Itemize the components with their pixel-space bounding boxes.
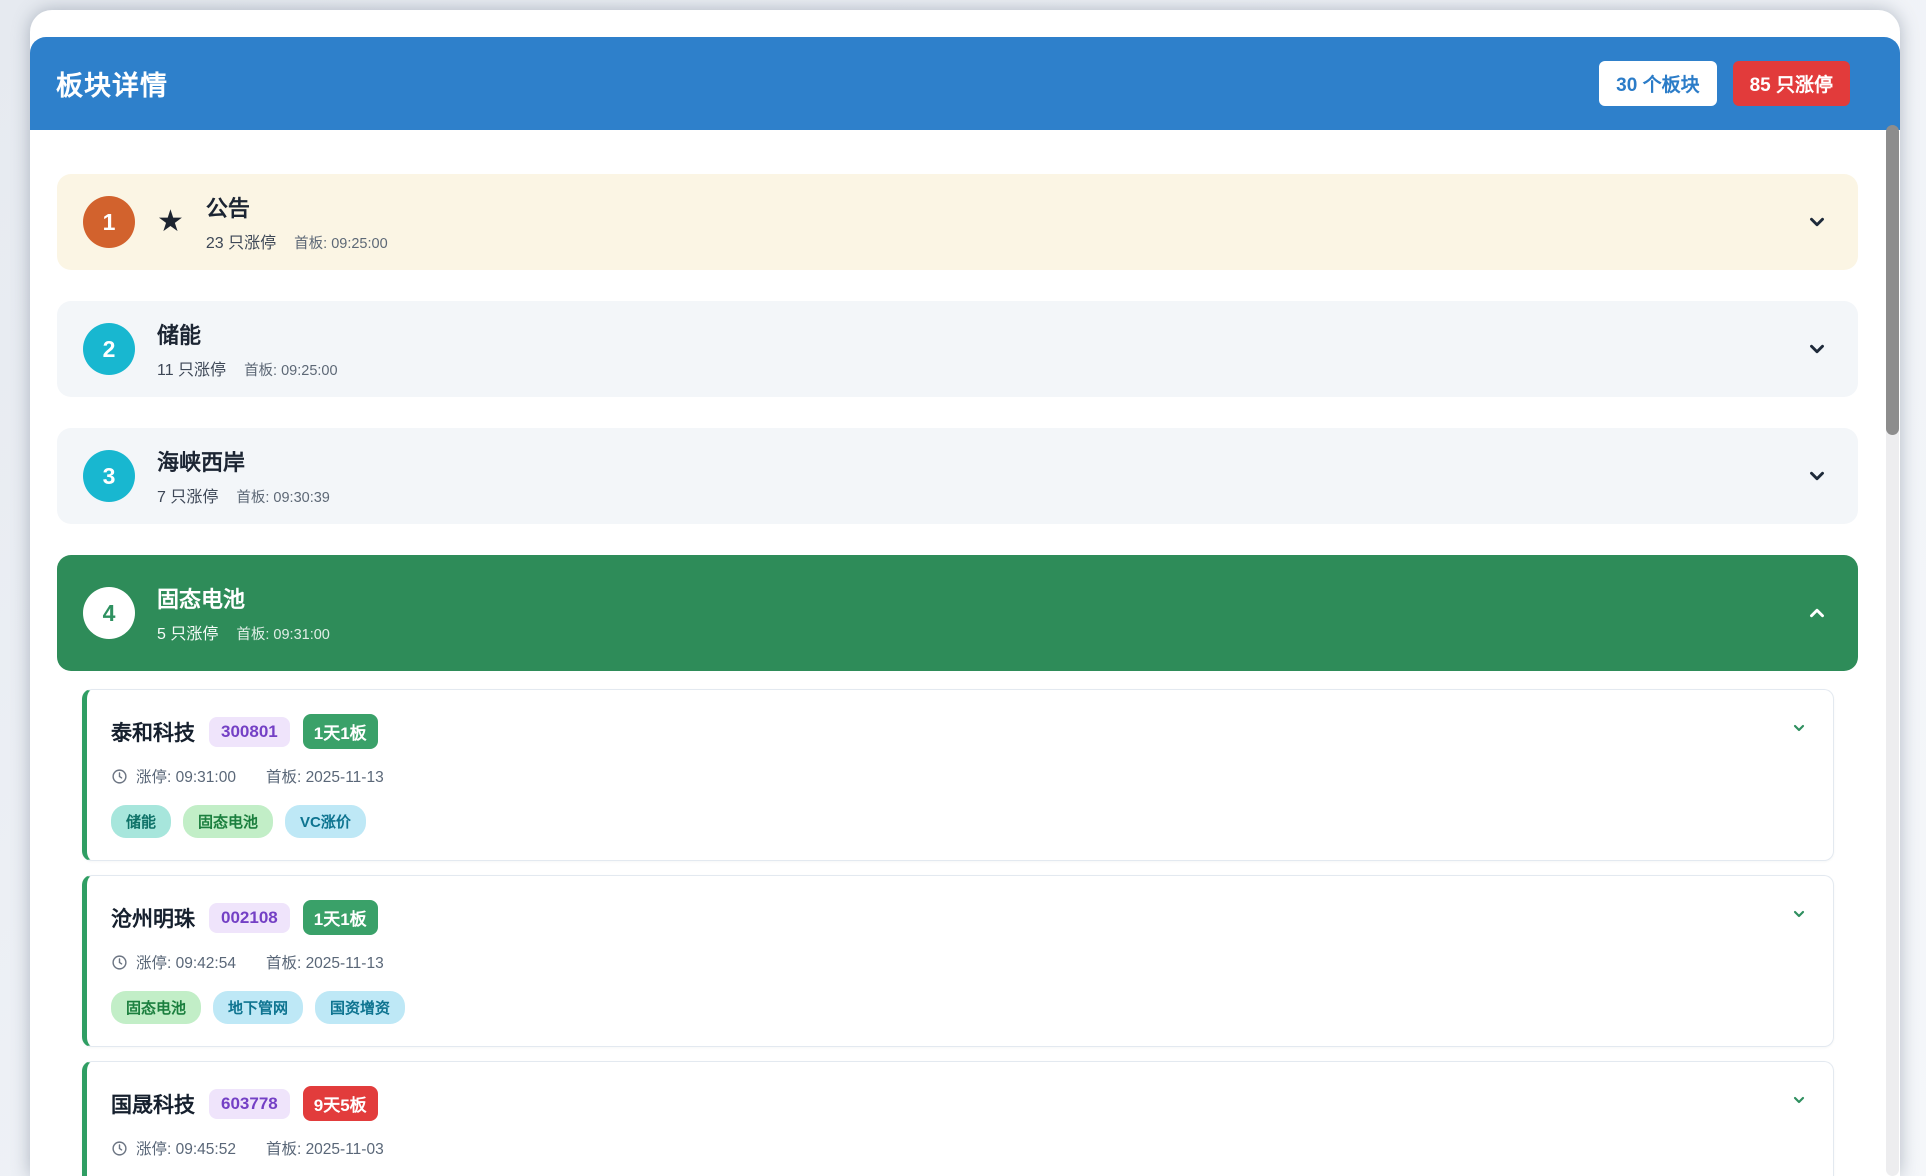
first-board-time: 首板: 09:30:39 — [236, 486, 330, 507]
rank-badge: 1 — [83, 196, 135, 248]
streak-badge: 1天1板 — [303, 714, 378, 749]
clock-icon — [111, 954, 128, 971]
sector-row-3[interactable]: 3 海峡西岸 7 只涨停 首板: 09:30:39 — [57, 428, 1858, 524]
limit-up-time: 涨停: 09:31:00 — [136, 765, 236, 787]
chevron-up-icon[interactable] — [1806, 602, 1828, 624]
sector-row-2[interactable]: 2 储能 11 只涨停 首板: 09:25:00 — [57, 301, 1858, 397]
stock-times: 涨停: 09:45:52 首板: 2025-11-03 — [111, 1137, 1807, 1159]
first-board-time: 首板: 09:31:00 — [236, 623, 330, 644]
stock-name: 沧州明珠 — [111, 903, 195, 933]
stock-code-badge: 603778 — [209, 1089, 290, 1119]
limit-up-count: 7 只涨停 — [157, 483, 218, 507]
limit-up-count: 11 只涨停 — [157, 356, 226, 380]
stock-card: 国晟科技 603778 9天5板 涨停: 09:45:52 首板: 2025-1… — [82, 1061, 1834, 1176]
sector-stats: 11 只涨停 首板: 09:25:00 — [157, 356, 338, 380]
sector-info: 海峡西岸 7 只涨停 首板: 09:30:39 — [157, 445, 330, 507]
concept-tag[interactable]: VC涨价 — [285, 805, 366, 838]
first-board-date: 首板: 2025-11-13 — [266, 765, 384, 787]
stock-card: 沧州明珠 002108 1天1板 涨停: 09:42:54 首板: 2025-1… — [82, 875, 1834, 1047]
rank-badge: 3 — [83, 450, 135, 502]
chevron-down-icon[interactable] — [1806, 211, 1828, 233]
stock-card-header: 泰和科技 300801 1天1板 — [111, 714, 1807, 749]
streak-badge: 9天5板 — [303, 1086, 378, 1121]
chevron-down-icon[interactable] — [1791, 1092, 1807, 1113]
sector-stats: 23 只涨停 首板: 09:25:00 — [206, 229, 388, 253]
stock-name: 国晟科技 — [111, 1089, 195, 1119]
chevron-down-icon[interactable] — [1791, 720, 1807, 741]
sector-name: 储能 — [157, 318, 338, 350]
sector-info: 公告 23 只涨停 首板: 09:25:00 — [206, 191, 388, 253]
first-board-date: 首板: 2025-11-03 — [266, 1137, 384, 1159]
clock-icon — [111, 1140, 128, 1157]
sector-detail-panel: 板块详情 30 个板块 85 只涨停 1 ★ 公告 23 只涨停 首板: 09:… — [30, 10, 1900, 1176]
clock-icon — [111, 768, 128, 785]
sector-row-4[interactable]: 4 固态电池 5 只涨停 首板: 09:31:00 — [57, 555, 1858, 671]
chevron-down-icon[interactable] — [1806, 465, 1828, 487]
stock-name: 泰和科技 — [111, 717, 195, 747]
stock-code-badge: 002108 — [209, 903, 290, 933]
chevron-down-icon[interactable] — [1806, 338, 1828, 360]
limit-up-time: 涨停: 09:42:54 — [136, 951, 236, 973]
concept-tags: 储能固态电池 VC涨价 — [111, 805, 1807, 838]
stock-card: 泰和科技 300801 1天1板 涨停: 09:31:00 首板: 2025-1… — [82, 689, 1834, 861]
first-board-time: 首板: 09:25:00 — [294, 232, 388, 253]
sector-name: 固态电池 — [157, 582, 330, 614]
concept-tag[interactable]: 固态电池 — [183, 805, 273, 838]
concept-tag[interactable]: 储能 — [111, 805, 171, 838]
star-icon[interactable]: ★ — [157, 207, 184, 237]
sector-stats: 7 只涨停 首板: 09:30:39 — [157, 483, 330, 507]
sector-stats: 5 只涨停 首板: 09:31:00 — [157, 620, 330, 644]
concept-tag[interactable]: 地下管网 — [213, 991, 303, 1024]
stock-card-header: 沧州明珠 002108 1天1板 — [111, 900, 1807, 935]
limit-up-time: 涨停: 09:45:52 — [136, 1137, 236, 1159]
panel-header: 板块详情 30 个板块 85 只涨停 — [30, 37, 1900, 130]
sector-info: 固态电池 5 只涨停 首板: 09:31:00 — [157, 582, 330, 644]
header-badges: 30 个板块 85 只涨停 — [1599, 61, 1850, 106]
sector-name: 公告 — [206, 191, 388, 223]
stock-times: 涨停: 09:42:54 首板: 2025-11-13 — [111, 951, 1807, 973]
sector-info: 储能 11 只涨停 首板: 09:25:00 — [157, 318, 338, 380]
concept-tags: 固态电池地下管网国资增资 — [111, 991, 1807, 1024]
limit-up-count: 23 只涨停 — [206, 229, 276, 253]
scrollbar-thumb[interactable] — [1886, 125, 1899, 435]
rank-badge: 2 — [83, 323, 135, 375]
sector-list: 1 ★ 公告 23 只涨停 首板: 09:25:00 2 储能 11 只涨停 首… — [30, 130, 1900, 1176]
first-board-time: 首板: 09:25:00 — [244, 359, 338, 380]
streak-badge: 1天1板 — [303, 900, 378, 935]
sector-count-badge: 30 个板块 — [1599, 61, 1716, 106]
concept-tag[interactable]: 固态电池 — [111, 991, 201, 1024]
first-board-date: 首板: 2025-11-13 — [266, 951, 384, 973]
sector-name: 海峡西岸 — [157, 445, 330, 477]
sector-row-1[interactable]: 1 ★ 公告 23 只涨停 首板: 09:25:00 — [57, 174, 1858, 270]
page-title: 板块详情 — [56, 64, 168, 103]
limit-up-count-badge: 85 只涨停 — [1733, 61, 1850, 106]
stock-code-badge: 300801 — [209, 717, 290, 747]
stock-times: 涨停: 09:31:00 首板: 2025-11-13 — [111, 765, 1807, 787]
stock-card-header: 国晟科技 603778 9天5板 — [111, 1086, 1807, 1121]
limit-up-count: 5 只涨停 — [157, 620, 218, 644]
stock-card-list: 泰和科技 300801 1天1板 涨停: 09:31:00 首板: 2025-1… — [57, 689, 1858, 1176]
chevron-down-icon[interactable] — [1791, 906, 1807, 927]
concept-tag[interactable]: 国资增资 — [315, 991, 405, 1024]
rank-badge: 4 — [83, 587, 135, 639]
